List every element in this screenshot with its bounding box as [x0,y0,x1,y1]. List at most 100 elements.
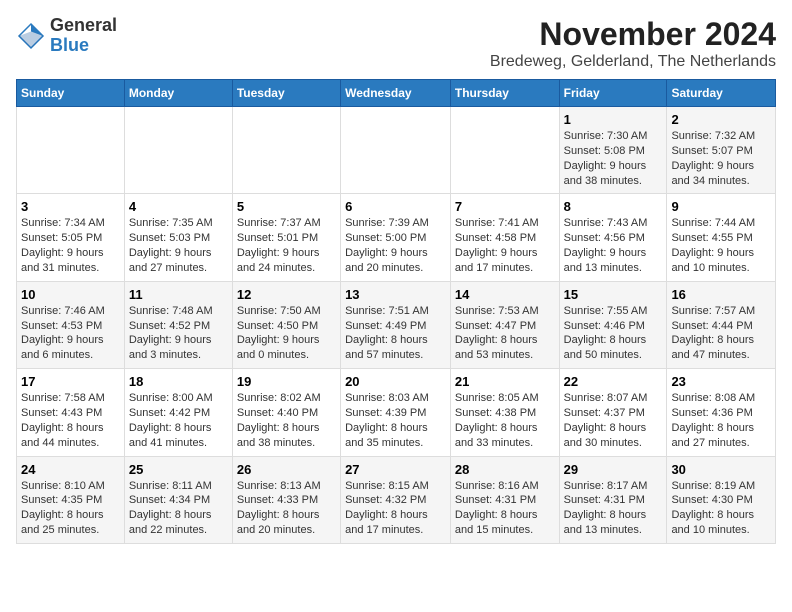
day-info: Sunrise: 7:30 AM Sunset: 5:08 PM Dayligh… [564,129,663,188]
day-number: 30 [671,462,771,477]
calendar-cell: 26 Sunrise: 8:13 AM Sunset: 4:33 PM Dayli… [232,456,340,543]
calendar-cell: 23 Sunrise: 8:08 AM Sunset: 4:36 PM Dayli… [667,369,776,456]
day-info: Sunrise: 7:46 AM Sunset: 4:53 PM Dayligh… [21,304,120,363]
day-number: 10 [21,287,120,302]
day-number: 25 [129,462,228,477]
calendar-week-row: 1 Sunrise: 7:30 AM Sunset: 5:08 PM Daylig… [17,107,776,194]
day-header-friday: Friday [559,80,667,107]
day-info: Sunrise: 8:03 AM Sunset: 4:39 PM Dayligh… [345,391,446,450]
day-header-wednesday: Wednesday [341,80,451,107]
calendar-cell: 4 Sunrise: 7:35 AM Sunset: 5:03 PM Daylig… [124,194,232,281]
day-header-saturday: Saturday [667,80,776,107]
day-header-tuesday: Tuesday [232,80,340,107]
day-info: Sunrise: 7:51 AM Sunset: 4:49 PM Dayligh… [345,304,446,363]
location-title: Bredeweg, Gelderland, The Netherlands [490,53,776,71]
day-info: Sunrise: 8:07 AM Sunset: 4:37 PM Dayligh… [564,391,663,450]
day-number: 28 [455,462,555,477]
day-number: 13 [345,287,446,302]
calendar-cell: 3Sunrise: 7:34 AM Sunset: 5:05 PM Daylig… [17,194,125,281]
logo-general: General [50,15,117,35]
day-info: Sunrise: 8:13 AM Sunset: 4:33 PM Dayligh… [237,479,336,538]
day-info: Sunrise: 8:02 AM Sunset: 4:40 PM Dayligh… [237,391,336,450]
day-number: 15 [564,287,663,302]
day-info: Sunrise: 7:57 AM Sunset: 4:44 PM Dayligh… [671,304,771,363]
day-number: 5 [237,199,336,214]
calendar-cell: 29Sunrise: 8:17 AM Sunset: 4:31 PM Dayli… [559,456,667,543]
day-number: 19 [237,374,336,389]
day-number: 8 [564,199,663,214]
day-info: Sunrise: 8:00 AM Sunset: 4:42 PM Dayligh… [129,391,228,450]
calendar-cell: 28 Sunrise: 8:16 AM Sunset: 4:31 PM Dayli… [450,456,559,543]
calendar-cell: 13 Sunrise: 7:51 AM Sunset: 4:49 PM Dayli… [341,281,451,368]
day-number: 23 [671,374,771,389]
calendar-cell [124,107,232,194]
calendar-cell [232,107,340,194]
calendar-cell [17,107,125,194]
day-number: 6 [345,199,446,214]
calendar-cell: 11 Sunrise: 7:48 AM Sunset: 4:52 PM Dayli… [124,281,232,368]
calendar-cell: 7Sunrise: 7:41 AM Sunset: 4:58 PM Daylig… [450,194,559,281]
calendar-cell: 10 Sunrise: 7:46 AM Sunset: 4:53 PM Dayli… [17,281,125,368]
calendar-cell: 25Sunrise: 8:11 AM Sunset: 4:34 PM Dayli… [124,456,232,543]
day-info: Sunrise: 8:10 AM Sunset: 4:35 PM Dayligh… [21,479,120,538]
calendar-cell: 2 Sunrise: 7:32 AM Sunset: 5:07 PM Daylig… [667,107,776,194]
calendar-cell: 14Sunrise: 7:53 AM Sunset: 4:47 PM Dayli… [450,281,559,368]
header: General Blue November 2024 Bredeweg, Gel… [16,16,776,71]
day-number: 21 [455,374,555,389]
day-info: Sunrise: 7:39 AM Sunset: 5:00 PM Dayligh… [345,216,446,275]
calendar-week-row: 24 Sunrise: 8:10 AM Sunset: 4:35 PM Dayli… [17,456,776,543]
calendar-cell: 22 Sunrise: 8:07 AM Sunset: 4:37 PM Dayli… [559,369,667,456]
calendar-cell: 8 Sunrise: 7:43 AM Sunset: 4:56 PM Daylig… [559,194,667,281]
day-info: Sunrise: 7:32 AM Sunset: 5:07 PM Dayligh… [671,129,771,188]
calendar-cell: 5 Sunrise: 7:37 AM Sunset: 5:01 PM Daylig… [232,194,340,281]
day-info: Sunrise: 7:50 AM Sunset: 4:50 PM Dayligh… [237,304,336,363]
calendar-cell: 27Sunrise: 8:15 AM Sunset: 4:32 PM Dayli… [341,456,451,543]
day-number: 3 [21,199,120,214]
calendar-cell: 1 Sunrise: 7:30 AM Sunset: 5:08 PM Daylig… [559,107,667,194]
day-number: 27 [345,462,446,477]
calendar-cell [450,107,559,194]
day-info: Sunrise: 7:58 AM Sunset: 4:43 PM Dayligh… [21,391,120,450]
day-info: Sunrise: 7:35 AM Sunset: 5:03 PM Dayligh… [129,216,228,275]
day-number: 22 [564,374,663,389]
day-info: Sunrise: 8:05 AM Sunset: 4:38 PM Dayligh… [455,391,555,450]
day-number: 4 [129,199,228,214]
calendar-cell: 19 Sunrise: 8:02 AM Sunset: 4:40 PM Dayli… [232,369,340,456]
calendar-week-row: 3Sunrise: 7:34 AM Sunset: 5:05 PM Daylig… [17,194,776,281]
month-title: November 2024 [490,16,776,53]
day-number: 2 [671,112,771,127]
day-number: 1 [564,112,663,127]
day-info: Sunrise: 8:08 AM Sunset: 4:36 PM Dayligh… [671,391,771,450]
calendar-week-row: 17Sunrise: 7:58 AM Sunset: 4:43 PM Dayli… [17,369,776,456]
calendar-table: SundayMondayTuesdayWednesdayThursdayFrid… [16,79,776,544]
day-info: Sunrise: 7:43 AM Sunset: 4:56 PM Dayligh… [564,216,663,275]
logo-text: General Blue [50,16,117,56]
calendar-header-row: SundayMondayTuesdayWednesdayThursdayFrid… [17,80,776,107]
day-number: 20 [345,374,446,389]
day-number: 18 [129,374,228,389]
day-number: 11 [129,287,228,302]
title-area: November 2024 Bredeweg, Gelderland, The … [490,16,776,71]
day-number: 14 [455,287,555,302]
calendar-cell: 6 Sunrise: 7:39 AM Sunset: 5:00 PM Daylig… [341,194,451,281]
logo-icon [16,21,46,51]
day-number: 9 [671,199,771,214]
calendar-cell: 17Sunrise: 7:58 AM Sunset: 4:43 PM Dayli… [17,369,125,456]
day-header-thursday: Thursday [450,80,559,107]
day-info: Sunrise: 8:19 AM Sunset: 4:30 PM Dayligh… [671,479,771,538]
day-number: 26 [237,462,336,477]
calendar-cell: 24 Sunrise: 8:10 AM Sunset: 4:35 PM Dayli… [17,456,125,543]
day-info: Sunrise: 7:37 AM Sunset: 5:01 PM Dayligh… [237,216,336,275]
day-number: 24 [21,462,120,477]
calendar-cell: 18 Sunrise: 8:00 AM Sunset: 4:42 PM Dayli… [124,369,232,456]
day-info: Sunrise: 7:44 AM Sunset: 4:55 PM Dayligh… [671,216,771,275]
calendar-cell: 21 Sunrise: 8:05 AM Sunset: 4:38 PM Dayli… [450,369,559,456]
calendar-cell [341,107,451,194]
calendar-week-row: 10 Sunrise: 7:46 AM Sunset: 4:53 PM Dayli… [17,281,776,368]
calendar-cell: 9 Sunrise: 7:44 AM Sunset: 4:55 PM Daylig… [667,194,776,281]
day-info: Sunrise: 8:16 AM Sunset: 4:31 PM Dayligh… [455,479,555,538]
calendar-cell: 16Sunrise: 7:57 AM Sunset: 4:44 PM Dayli… [667,281,776,368]
logo-blue: Blue [50,35,89,55]
day-info: Sunrise: 7:48 AM Sunset: 4:52 PM Dayligh… [129,304,228,363]
day-info: Sunrise: 8:17 AM Sunset: 4:31 PM Dayligh… [564,479,663,538]
